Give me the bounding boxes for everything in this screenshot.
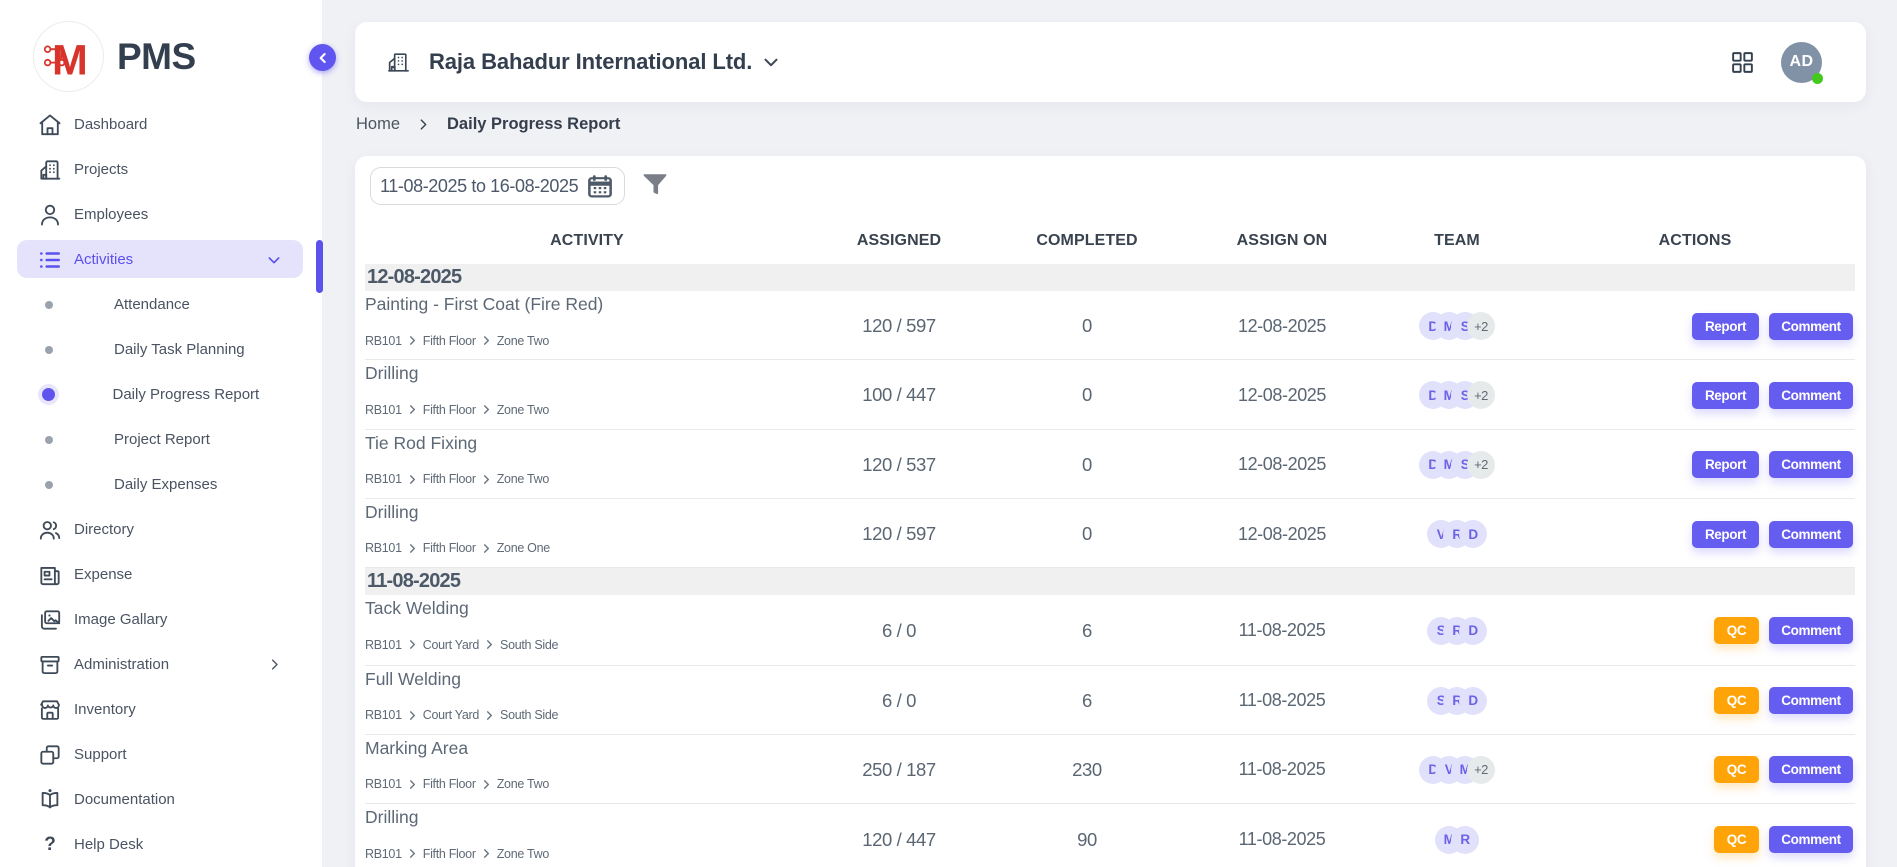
svg-text:M: M	[52, 37, 88, 77]
